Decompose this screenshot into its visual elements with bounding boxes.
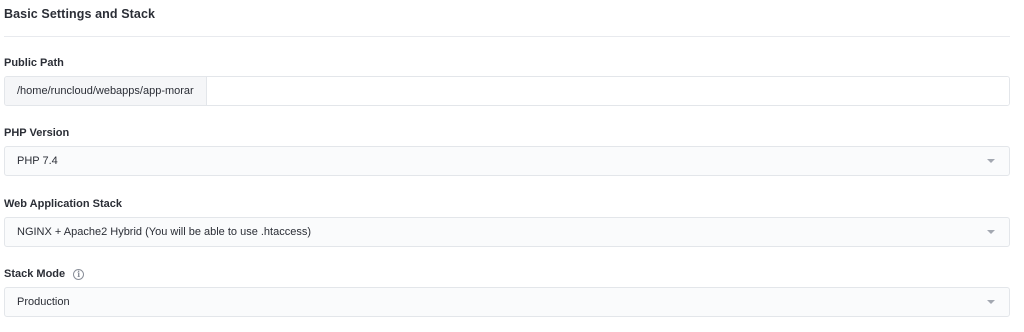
chevron-down-icon [987,230,995,234]
web-stack-selected-value: NGINX + Apache2 Hybrid (You will be able… [17,226,311,238]
section-title: Basic Settings and Stack [4,7,156,21]
chevron-down-icon [987,159,995,163]
stack-mode-label-text: Stack Mode [4,268,66,280]
public-path-label: Public Path [4,57,64,69]
info-circle-icon[interactable]: i [73,268,85,280]
chevron-down-icon [987,300,995,304]
basic-settings-panel: Basic Settings and Stack Public Path /ho… [0,0,1024,332]
public-path-prefix: /home/runcloud/webapps/app-morar [5,77,207,105]
stack-mode-selected-value: Production [17,296,70,308]
web-stack-label-text: Web Application Stack [4,198,122,210]
web-stack-label: Web Application Stack [4,198,122,210]
php-version-selected-value: PHP 7.4 [17,155,58,167]
public-path-input-group: /home/runcloud/webapps/app-morar [4,76,1010,106]
web-stack-select[interactable]: NGINX + Apache2 Hybrid (You will be able… [4,217,1010,247]
php-version-label: PHP Version [4,127,69,139]
public-path-input[interactable] [206,77,1009,105]
stack-mode-label: Stack Mode i [4,268,85,280]
section-divider [4,36,1010,37]
stack-mode-select[interactable]: Production [4,287,1010,317]
php-version-select[interactable]: PHP 7.4 [4,146,1010,176]
public-path-label-text: Public Path [4,57,64,69]
php-version-label-text: PHP Version [4,127,70,139]
